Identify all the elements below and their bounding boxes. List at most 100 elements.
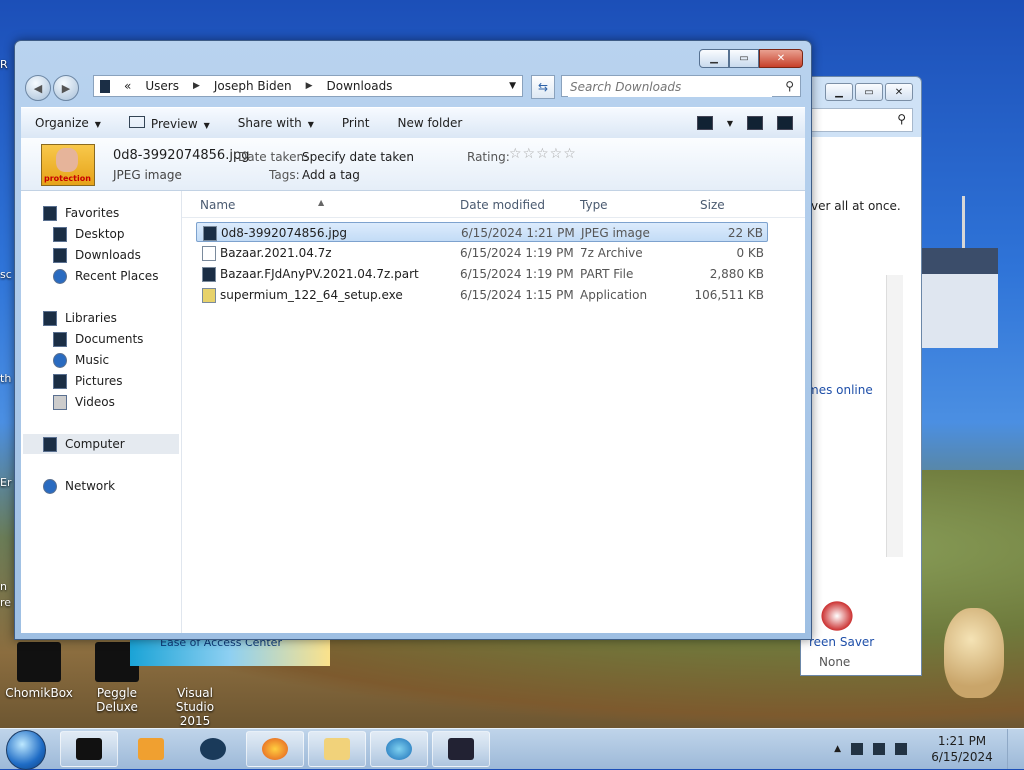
back-maximize-button[interactable]: ▭ [855,83,883,101]
nav-pictures[interactable]: Pictures [53,371,123,391]
navigation-pane: Favorites Desktop Downloads Recent Place… [21,191,182,633]
firefox-icon [262,738,288,760]
show-desktop-button[interactable] [1007,729,1018,769]
details-filetype: JPEG image [113,168,182,182]
date-taken-value[interactable]: Specify date taken [302,150,414,164]
taskbar-explorer[interactable] [308,731,366,767]
nav-favorites[interactable]: Favorites [43,203,119,223]
back-scrollbar[interactable] [886,275,903,557]
refresh-button[interactable]: ⇆ [531,75,555,99]
taskbar-firefox[interactable] [246,731,304,767]
rating-label: Rating: [467,150,510,164]
search-input[interactable] [568,77,772,97]
refresh-icon: ⇆ [537,80,549,94]
nav-videos[interactable]: Videos [53,392,115,412]
file-row[interactable]: Bazaar.FJdAnyPV.2021.04.7z.part 6/15/202… [196,264,768,284]
tags-label: Tags: [269,168,300,182]
breadcrumb-users[interactable]: Users [145,79,179,93]
browser-icon [200,738,226,760]
change-view-icon[interactable] [696,116,713,130]
close-button[interactable]: ✕ [759,49,803,68]
minimize-button[interactable]: ▁ [699,49,729,68]
nav-documents[interactable]: Documents [53,329,143,349]
clock[interactable]: 1:21 PM 6/15/2024 [927,733,997,765]
network-icon [43,478,57,494]
search-box[interactable]: ⚲ [561,75,801,97]
preview-pane-icon[interactable] [747,116,763,130]
globe-icon [386,738,412,760]
recent-places-icon [53,268,67,284]
print-button[interactable]: Print [328,116,384,130]
libraries-icon [43,310,57,326]
clock-date: 6/15/2024 [931,750,993,764]
breadcrumb-downloads[interactable]: Downloads [327,79,393,93]
nav-computer[interactable]: Computer [23,434,179,454]
media-player-icon [138,738,164,760]
screen-saver-value: None [819,655,851,669]
view-dropdown-icon[interactable]: ▼ [727,119,733,128]
tags-value[interactable]: Add a tag [302,168,360,182]
wallpaper-house [918,248,998,348]
preview-button[interactable]: Preview ▼ [115,115,224,131]
breadcrumb-user[interactable]: Joseph Biden [214,79,292,93]
file-thumbnail: protection [41,144,95,186]
nav-desktop[interactable]: Desktop [53,224,125,244]
column-date-modified[interactable]: Date modified [460,198,545,212]
column-name[interactable]: Name [200,198,235,212]
explorer-window[interactable]: ▁ ▭ ✕ ◀ ▶ « Users ▶ Joseph Biden ▶ Downl… [14,40,812,640]
details-pane: protection 0d8-3992074856.jpg JPEG image… [21,138,805,191]
show-hidden-icons-icon[interactable]: ▲ [834,744,841,754]
tray-app-icon[interactable] [851,743,863,755]
star-icon [43,205,57,221]
nav-downloads[interactable]: Downloads [53,245,141,265]
screen-saver-link[interactable]: reen Saver [809,635,874,649]
chevron-down-icon: ▼ [307,120,314,129]
videos-icon [53,394,67,410]
column-type[interactable]: Type [580,198,608,212]
nav-libraries[interactable]: Libraries [43,308,117,328]
file-row[interactable]: Bazaar.2021.04.7z 6/15/2024 1:19 PM 7z A… [196,243,768,263]
search-icon: ⚲ [897,112,906,126]
desktop-icon-chomikbox[interactable]: ChomikBox [4,642,74,700]
help-icon[interactable] [777,116,793,130]
back-window-link[interactable]: mes online [807,383,873,397]
overflow-icon[interactable]: « [124,79,131,93]
back-close-button[interactable]: ✕ [885,83,913,101]
forward-button[interactable]: ▶ [53,75,79,101]
column-size[interactable]: Size [700,198,725,212]
organize-button[interactable]: Organize ▼ [21,116,115,130]
file-row[interactable]: supermium_122_64_setup.exe 6/15/2024 1:1… [196,285,768,305]
address-dropdown-icon[interactable]: ▼ [509,81,516,91]
desktop-edge-text: sc [0,268,12,281]
file-row[interactable]: 0d8-3992074856.jpg 6/15/2024 1:21 PM JPE… [196,222,768,242]
back-button[interactable]: ◀ [25,75,51,101]
mascot-figure [944,608,1004,698]
nav-recent-places[interactable]: Recent Places [53,266,158,286]
face-thumbnail-image [56,148,78,172]
forward-arrow-icon: ▶ [61,81,71,95]
app-icon [76,738,102,760]
taskbar-ie[interactable] [370,731,428,767]
taskbar-app-1[interactable] [60,731,118,767]
taskbar-browser-dark[interactable] [184,731,242,767]
back-minimize-button[interactable]: ▁ [825,83,853,101]
start-button[interactable] [6,730,46,770]
back-window-text: ver all at once. [811,199,901,213]
nav-music[interactable]: Music [53,350,109,370]
taskbar-app-2[interactable] [432,731,490,767]
background-window[interactable]: ▁ ▭ ✕ ⚲ ver all at once. mes online reen… [800,76,922,676]
nav-network[interactable]: Network [43,476,115,496]
address-bar[interactable]: « Users ▶ Joseph Biden ▶ Downloads ▼ [93,75,523,97]
taskbar-media-player[interactable] [122,731,180,767]
share-with-button[interactable]: Share with ▼ [224,116,328,130]
new-folder-button[interactable]: New folder [383,116,476,130]
back-search-box[interactable]: ⚲ [801,108,913,132]
rating-stars[interactable]: ☆☆☆☆☆ [509,146,577,162]
network-tray-icon[interactable] [873,743,885,755]
ease-of-access-banner[interactable]: Ease of Access Center [130,636,330,666]
system-tray: ▲ 1:21 PM 6/15/2024 [834,729,1018,769]
breadcrumb-separator-icon[interactable]: ▶ [306,81,313,91]
maximize-button[interactable]: ▭ [729,49,759,68]
volume-tray-icon[interactable] [895,743,907,755]
breadcrumb-separator-icon[interactable]: ▶ [193,81,200,91]
